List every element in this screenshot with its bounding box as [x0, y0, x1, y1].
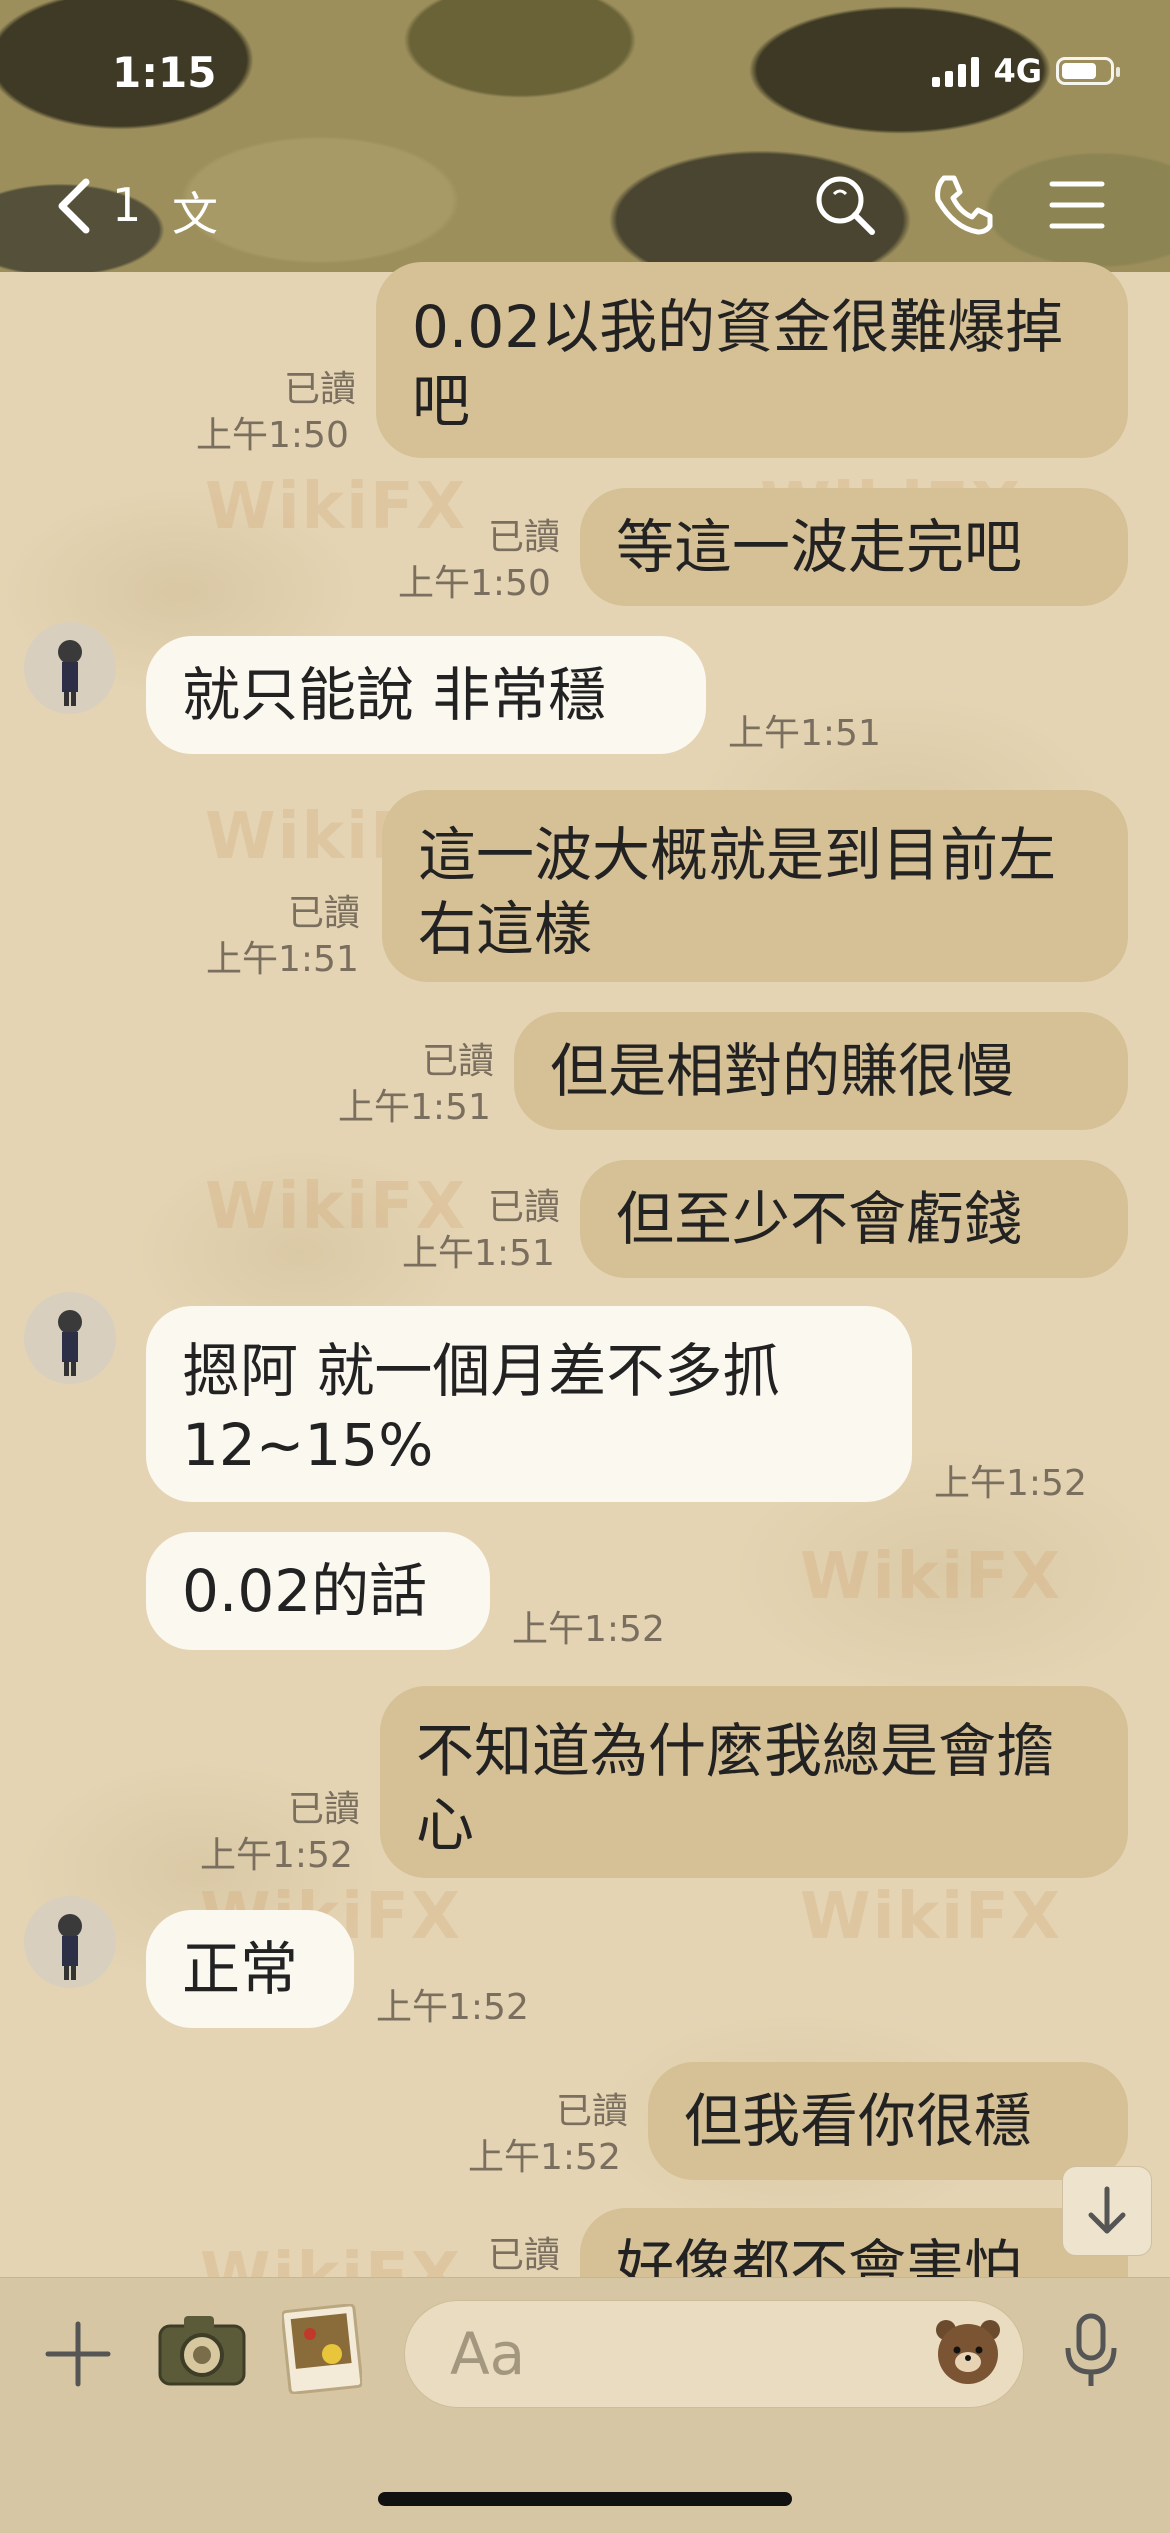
message-bubble-theirs[interactable]: 0.02的話 — [146, 1532, 490, 1650]
network-type: 4G — [993, 52, 1042, 90]
status-indicators: 4G — [932, 52, 1120, 90]
read-receipt: 已讀 — [421, 1041, 494, 1082]
read-receipt: 已讀 — [487, 2235, 560, 2276]
avatar[interactable] — [24, 1896, 116, 1988]
photo-icon[interactable] — [282, 2304, 362, 2394]
message-bubble-mine[interactable]: 但我看你很穩 — [648, 2062, 1128, 2180]
message-time: 上午1:50 — [398, 563, 551, 604]
message-input-placeholder: Aa — [450, 2320, 526, 2388]
bear-sticker-icon[interactable] — [932, 2314, 1004, 2386]
message-time: 上午1:50 — [196, 415, 349, 456]
message-time: 上午1:51 — [728, 713, 881, 754]
message-bubble-mine[interactable]: 等這一波走完吧 — [580, 488, 1128, 606]
message-time: 上午1:52 — [468, 2137, 621, 2178]
message-bubble-mine[interactable]: 但是相對的賺很慢 — [514, 1012, 1128, 1130]
message-text: 這一波大概就是到目前左右這樣 — [418, 821, 1057, 963]
message-text: 0.02以我的資金很難爆掉吧 — [412, 293, 1064, 435]
microphone-icon[interactable] — [1060, 2312, 1122, 2392]
read-receipt: 已讀 — [287, 1789, 360, 1830]
avatar[interactable] — [24, 622, 116, 714]
watermark: WikiFX — [800, 1540, 1063, 1614]
chat-title: 文 — [172, 187, 218, 241]
message-text: 就只能說 非常穩 — [182, 661, 607, 729]
message-text: 正常 — [182, 1935, 299, 2003]
avatar[interactable] — [24, 1292, 116, 1384]
unread-count[interactable]: 1 — [112, 178, 141, 232]
read-receipt: 已讀 — [287, 893, 360, 934]
watermark: WikiFX — [800, 1880, 1063, 1954]
message-time: 上午1:51 — [206, 939, 359, 980]
message-time: 上午1:51 — [338, 1087, 491, 1128]
message-bubble-theirs[interactable]: 正常 — [146, 1910, 354, 2028]
scroll-to-bottom-button[interactable] — [1062, 2166, 1152, 2256]
message-text: 但至少不會虧錢 — [616, 1185, 1023, 1253]
message-time: 上午1:52 — [200, 1835, 353, 1876]
menu-icon[interactable] — [1044, 172, 1110, 238]
home-indicator — [378, 2492, 792, 2506]
message-text: 不知道為什麼我總是會擔心 — [416, 1717, 1055, 1859]
message-bubble-mine[interactable]: 但至少不會虧錢 — [580, 1160, 1128, 1278]
arrow-down-icon — [1088, 2186, 1126, 2234]
message-time: 上午1:52 — [934, 1463, 1087, 1504]
message-text: 0.02的話 — [182, 1557, 428, 1625]
message-text: 但我看你很穩 — [684, 2087, 1033, 2155]
phone-icon[interactable] — [930, 172, 996, 238]
status-time: 1:15 — [112, 48, 217, 97]
read-receipt: 已讀 — [487, 517, 560, 558]
message-text: 等這一波走完吧 — [616, 513, 1023, 581]
read-receipt: 已讀 — [487, 1187, 560, 1228]
plus-icon[interactable] — [44, 2320, 112, 2388]
battery-icon — [1056, 57, 1120, 85]
message-bubble-theirs[interactable]: 就只能說 非常穩 — [146, 636, 706, 754]
message-time: 上午1:52 — [512, 1609, 665, 1650]
signal-icon — [932, 55, 980, 87]
read-receipt: 已讀 — [283, 369, 356, 410]
search-icon[interactable] — [812, 172, 878, 238]
message-text: 摁阿 就一個月差不多抓12~15% — [182, 1337, 781, 1479]
message-time: 上午1:52 — [376, 1987, 529, 2028]
chevron-left-icon[interactable] — [50, 176, 100, 236]
message-text: 但是相對的賺很慢 — [550, 1037, 1015, 1105]
message-time: 上午1:51 — [402, 1233, 555, 1274]
read-receipt: 已讀 — [555, 2091, 628, 2132]
camera-icon[interactable] — [156, 2312, 248, 2388]
message-bubble-mine[interactable]: 這一波大概就是到目前左右這樣 — [382, 790, 1128, 982]
message-bubble-theirs[interactable]: 摁阿 就一個月差不多抓12~15% — [146, 1306, 912, 1502]
message-bubble-mine[interactable]: 0.02以我的資金很難爆掉吧 — [376, 262, 1128, 458]
message-bubble-mine[interactable]: 不知道為什麼我總是會擔心 — [380, 1686, 1128, 1878]
